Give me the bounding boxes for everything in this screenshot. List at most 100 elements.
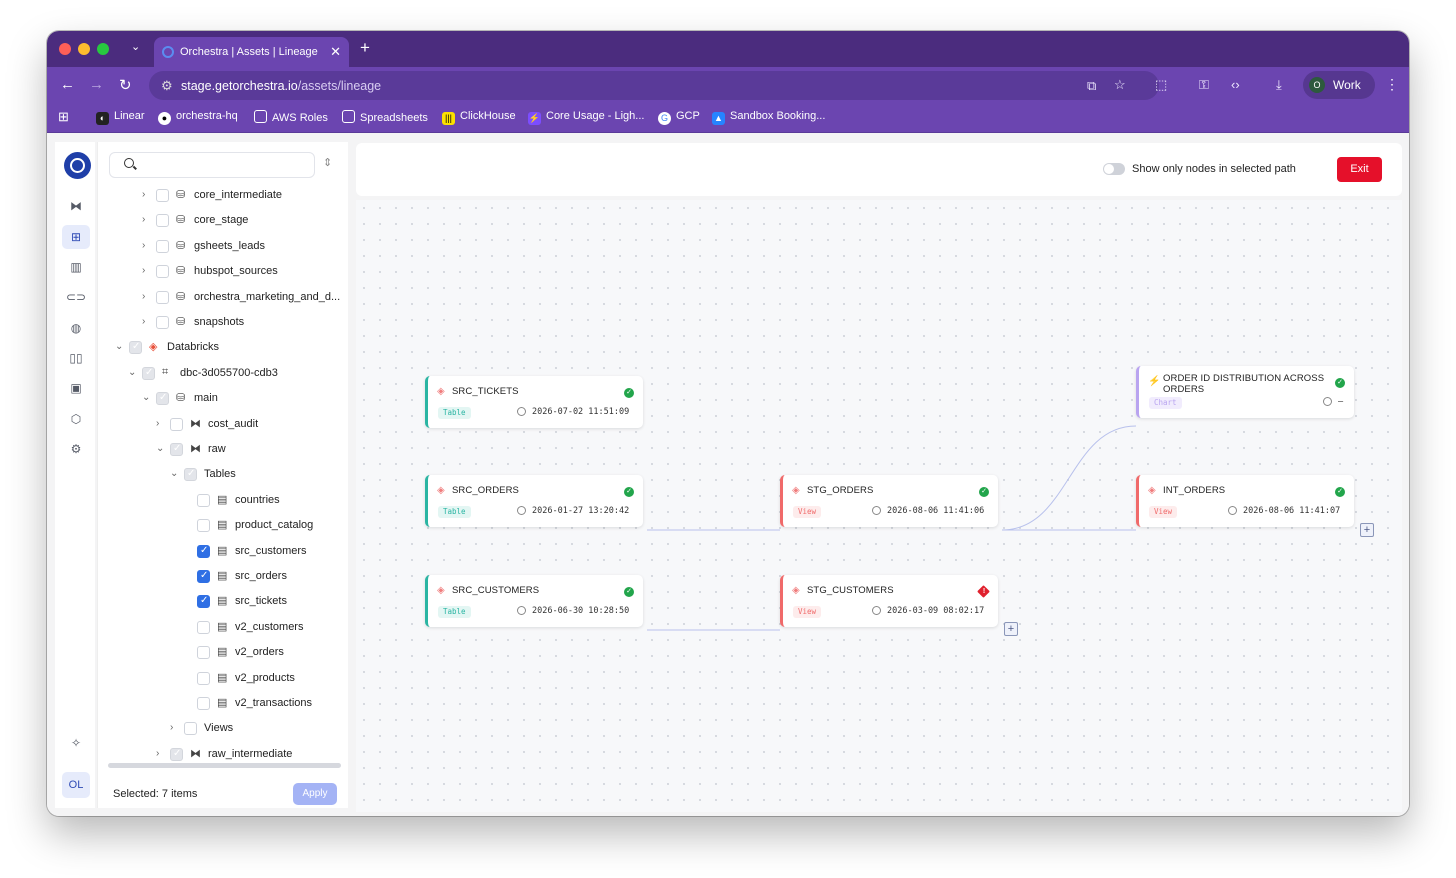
tree-item-checkbox[interactable] [156, 214, 169, 228]
bookmark-star-icon[interactable]: ☆ [1114, 77, 1126, 93]
chevron-right-icon[interactable]: › [142, 265, 152, 276]
password-key-icon[interactable]: ⚿ [1199, 77, 1209, 93]
expand-int-orders-plus-icon[interactable]: + [1360, 523, 1374, 537]
tree-item-checkbox[interactable] [156, 239, 169, 253]
package-nav-icon[interactable]: ⬡ [62, 407, 90, 431]
close-window-button[interactable] [59, 43, 71, 55]
selected-path-toggle[interactable] [1103, 163, 1125, 175]
tree-item-checkbox[interactable] [197, 570, 210, 583]
extensions-icon[interactable]: ⬚ [1155, 77, 1167, 93]
bookmark-clickhouse[interactable]: ||| ClickHouse [442, 110, 516, 125]
tree-item-checkbox[interactable] [170, 747, 183, 761]
chevron-right-icon[interactable]: › [156, 418, 166, 429]
tab-bar: ⌄ Orchestra | Assets | Lineage ✕ + [47, 31, 1409, 67]
new-tab-button[interactable]: + [360, 38, 370, 58]
chevron-down-icon[interactable]: ⌄ [156, 443, 166, 454]
table-icon: ▤ [217, 595, 228, 608]
collapse-all-icon[interactable]: ⇕ [323, 156, 332, 169]
download-icon[interactable]: ⤓ [1276, 77, 1282, 93]
lineage-node-src-tickets[interactable]: ◈ SRC_TICKETS ✓ Table 2026-07-02 11:51:09 [425, 376, 643, 428]
tree-item-checkbox[interactable] [197, 671, 210, 685]
chevron-right-icon[interactable]: › [170, 722, 180, 733]
tree-horizontal-scrollbar[interactable] [108, 763, 341, 768]
chevron-right-icon[interactable]: › [142, 291, 152, 302]
chevron-right-icon[interactable]: › [156, 748, 166, 759]
database-icon: ⛁ [176, 265, 186, 278]
chevron-down-icon[interactable]: ⌄ [142, 392, 152, 403]
expand-stg-customers-plus-icon[interactable]: + [1004, 622, 1018, 636]
lineage-node-stg-customers[interactable]: ◈ STG_CUSTOMERS! View 2026-03-09 08:02:17 [780, 575, 998, 627]
forward-arrow-icon[interactable]: → [89, 76, 104, 93]
bookmark-sandbox-booking[interactable]: ▲ Sandbox Booking... [712, 110, 825, 125]
tree-item-checkbox[interactable] [197, 646, 210, 660]
bookmark-gcp[interactable]: G GCP [658, 110, 700, 125]
back-arrow-icon[interactable]: ← [60, 76, 75, 93]
tree-item-checkbox[interactable] [197, 697, 210, 710]
tree-item-checkbox[interactable] [197, 620, 210, 634]
tree-item-checkbox[interactable] [156, 392, 169, 406]
bookmark-aws-roles[interactable]: AWS Roles [254, 110, 328, 124]
tree-item-checkbox[interactable] [170, 417, 183, 431]
tree-item-checkbox[interactable] [156, 189, 169, 202]
chevron-right-icon[interactable]: › [142, 316, 152, 327]
address-bar[interactable]: ⚙ stage.getorchestra.io/assets/lineage ⧉… [149, 71, 1159, 100]
devtools-code-icon[interactable]: ‹› [1231, 77, 1240, 92]
assets-nav-icon[interactable]: ⊞ [62, 225, 90, 249]
bookmark-linear[interactable]: ◐ Linear [96, 110, 145, 125]
pipelines-nav-icon[interactable]: ⧓ [62, 194, 90, 218]
chevron-right-icon[interactable]: › [142, 214, 152, 225]
apply-button[interactable]: Apply [293, 783, 337, 805]
tree-item-checkbox[interactable] [142, 366, 155, 380]
apps-grid-icon[interactable]: ⊞ [58, 109, 69, 125]
reload-icon[interactable]: ↻ [119, 76, 132, 94]
chevron-down-icon[interactable]: ⌄ [170, 468, 180, 479]
bookmark-orchestra-hq[interactable]: ● orchestra-hq [158, 110, 238, 125]
tree-item-label: orchestra_marketing_and_d... [194, 290, 341, 303]
database-icon: ⛁ [176, 214, 186, 227]
lineage-node-stg-orders[interactable]: ◈ STG_ORDERS ✓ View 2026-08-06 11:41:06 [780, 475, 998, 527]
docs-book-icon[interactable]: ▯▯ [62, 346, 90, 370]
tree-item-checkbox[interactable] [129, 341, 142, 355]
browser-menu-icon[interactable]: ⋮ [1385, 76, 1399, 93]
search-input[interactable] [109, 152, 315, 178]
integrations-link-icon[interactable]: ⊂⊃ [62, 285, 90, 309]
analytics-nav-icon[interactable]: ▥ [62, 255, 90, 279]
chevron-right-icon[interactable]: › [142, 189, 152, 200]
site-settings-icon[interactable]: ⚙ [161, 78, 173, 94]
lineage-node-order-chart[interactable]: ⚡ ORDER ID DISTRIBUTION ACROSS ORDERS ✓ Cha… [1136, 366, 1354, 418]
close-tab-icon[interactable]: ✕ [330, 44, 341, 60]
tab-active[interactable]: Orchestra | Assets | Lineage ✕ [154, 37, 349, 67]
tree-item-label: cost_audit [208, 417, 259, 430]
tree-item-checkbox[interactable] [156, 290, 169, 304]
maximize-window-button[interactable] [97, 43, 109, 55]
tab-list-chevron-icon[interactable]: ⌄ [131, 40, 140, 53]
sparkle-ai-icon[interactable]: ✧ [62, 731, 90, 755]
profile-button[interactable]: O Work [1303, 71, 1375, 99]
lineage-node-src-orders[interactable]: ◈ SRC_ORDERS ✓ Table 2026-01-27 13:20:42 [425, 475, 643, 527]
chevron-down-icon[interactable]: ⌄ [115, 341, 125, 352]
tree-item-checkbox[interactable] [170, 443, 183, 456]
lineage-node-src-customers[interactable]: ◈ SRC_CUSTOMERS ✓ Table 2026-06-30 10:28:50 [425, 575, 643, 627]
chevron-right-icon[interactable]: › [142, 240, 152, 251]
palette-nav-icon[interactable]: ◍ [62, 316, 90, 340]
tree-item-checkbox[interactable] [197, 544, 210, 558]
bookmark-core-usage[interactable]: ⚡ Core Usage - Ligh... [528, 110, 644, 125]
settings-gear-icon[interactable]: ⚙ [62, 437, 90, 461]
calendar-nav-icon[interactable]: ▣ [62, 376, 90, 400]
tree-item-checkbox[interactable] [184, 468, 197, 482]
lineage-canvas[interactable]: ◈ SRC_TICKETS ✓ Table 2026-07-02 11:51:09 ◈ SR… [356, 200, 1402, 812]
tree-item-checkbox[interactable] [197, 493, 210, 507]
orchestra-logo-icon[interactable] [64, 152, 91, 179]
tree-item-checkbox[interactable] [156, 265, 169, 279]
minimize-window-button[interactable] [78, 43, 90, 55]
exit-button[interactable]: Exit [1337, 157, 1382, 182]
chevron-down-icon[interactable]: ⌄ [128, 367, 138, 378]
tree-item-checkbox[interactable] [156, 316, 169, 329]
lineage-node-int-orders[interactable]: ◈ INT_ORDERS ✓ View 2026-08-06 11:41:07 [1136, 475, 1354, 527]
bookmark-spreadsheets[interactable]: Spreadsheets [342, 110, 428, 124]
install-app-icon[interactable]: ⧉ [1087, 78, 1096, 94]
tree-item-checkbox[interactable] [184, 722, 197, 736]
tree-item-checkbox[interactable] [197, 595, 210, 609]
tree-item-checkbox[interactable] [197, 519, 210, 533]
user-avatar[interactable]: OL [62, 772, 90, 798]
